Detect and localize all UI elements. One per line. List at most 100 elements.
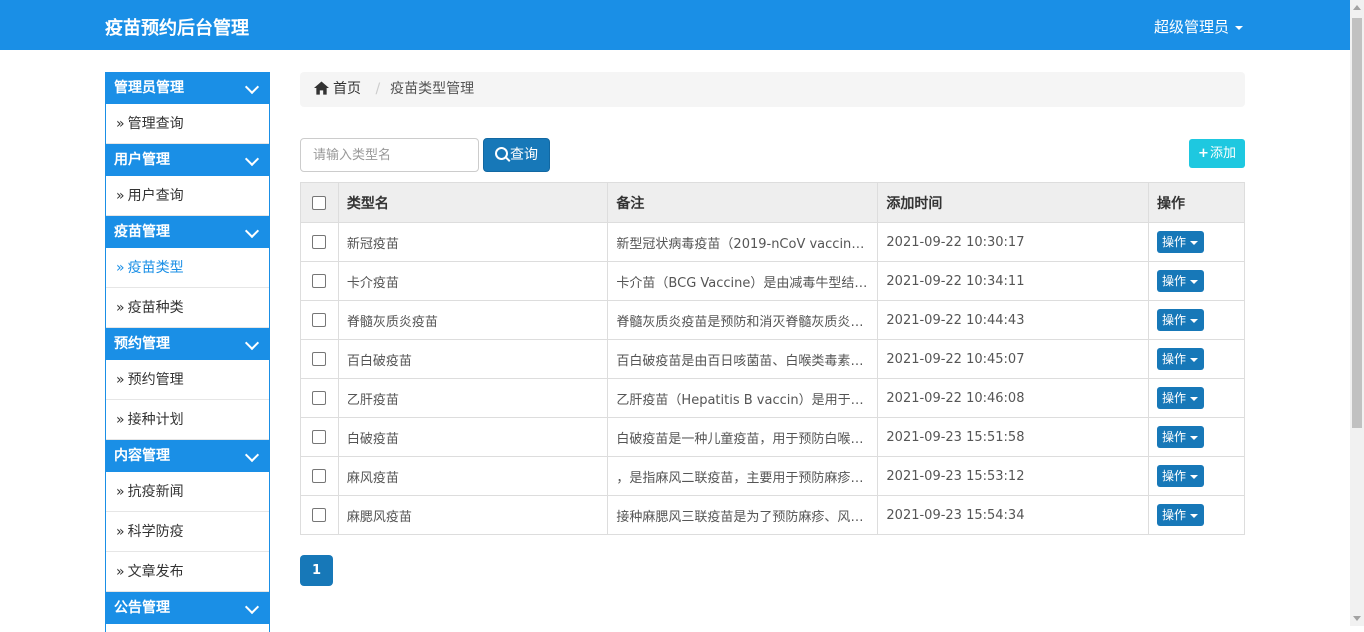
- cell-actions: 操作: [1148, 222, 1245, 262]
- sidebar-group-notice[interactable]: 公告管理: [106, 592, 269, 624]
- row-checkbox-cell: [300, 339, 339, 379]
- actions-dropdown-button[interactable]: 操作: [1157, 309, 1205, 331]
- row-checkbox-cell: [300, 222, 339, 262]
- remark-text: 脊髓灰质炎疫苗是预防和消灭脊髓灰质炎的有...: [616, 314, 869, 330]
- bullet-icon: »: [116, 372, 125, 388]
- row-checkbox[interactable]: [312, 469, 327, 483]
- cell-time: 2021-09-23 15:54:34: [877, 495, 1150, 535]
- search-button[interactable]: 查询: [483, 138, 550, 172]
- actions-dropdown-button[interactable]: 操作: [1157, 231, 1205, 253]
- chevron-down-icon: [244, 79, 260, 95]
- search-icon: [495, 147, 508, 160]
- row-checkbox[interactable]: [312, 430, 327, 444]
- sidebar-item-admin-query[interactable]: » 管理查询: [106, 104, 269, 144]
- cell-remark: 接种麻腮风三联疫苗是为了预防麻疹、风疹和...: [607, 495, 879, 535]
- cell-actions: 操作: [1148, 378, 1245, 418]
- chevron-down-icon: [244, 223, 260, 239]
- actions-label: 操作: [1162, 313, 1187, 327]
- actions-dropdown-button[interactable]: 操作: [1157, 465, 1205, 487]
- scrollbar-thumb[interactable]: [1352, 18, 1362, 428]
- bullet-icon: »: [116, 484, 125, 500]
- cell-time: 2021-09-22 10:30:17: [877, 222, 1150, 262]
- sidebar-item-label: 文章发布: [127, 564, 184, 580]
- row-checkbox[interactable]: [312, 274, 327, 288]
- actions-dropdown-button[interactable]: 操作: [1157, 387, 1205, 409]
- sidebar-group-appointment[interactable]: 预约管理: [106, 328, 269, 360]
- remark-text: 新型冠状病毒疫苗（2019-nCoV vaccine），...: [616, 236, 869, 252]
- actions-label: 操作: [1162, 469, 1187, 483]
- bullet-icon: »: [116, 300, 125, 316]
- chevron-down-icon: [244, 599, 260, 615]
- actions-dropdown-button[interactable]: 操作: [1157, 504, 1205, 526]
- breadcrumb-home-label: 首页: [333, 81, 361, 97]
- sidebar-group-label: 内容管理: [114, 448, 170, 464]
- row-checkbox-cell: [300, 495, 339, 535]
- column-header-remark: 备注: [607, 182, 879, 223]
- cell-actions: 操作: [1148, 495, 1245, 535]
- search-input[interactable]: [300, 138, 479, 172]
- sidebar-item-news[interactable]: » 抗疫新闻: [106, 472, 269, 512]
- row-checkbox[interactable]: [312, 391, 327, 405]
- row-checkbox[interactable]: [312, 352, 327, 366]
- cell-actions: 操作: [1148, 456, 1245, 496]
- cell-remark: 脊髓灰质炎疫苗是预防和消灭脊髓灰质炎的有...: [607, 300, 879, 340]
- user-name: 超级管理员: [1153, 18, 1229, 36]
- cell-actions: 操作: [1148, 300, 1245, 340]
- page-scrollbar[interactable]: [1350, 0, 1364, 626]
- actions-label: 操作: [1162, 274, 1187, 288]
- sidebar-item-appointment[interactable]: » 预约管理: [106, 360, 269, 400]
- row-checkbox[interactable]: [312, 235, 327, 249]
- actions-label: 操作: [1162, 391, 1187, 405]
- sidebar-group-content[interactable]: 内容管理: [106, 440, 269, 472]
- cell-time: 2021-09-23 15:53:12: [877, 456, 1150, 496]
- sidebar-item-label: 预约管理: [127, 372, 184, 388]
- top-navbar: 疫苗预约后台管理 超级管理员: [0, 0, 1350, 50]
- sidebar-group-label: 预约管理: [114, 336, 170, 352]
- bullet-icon: »: [116, 564, 125, 580]
- add-button-label: 添加: [1209, 146, 1236, 161]
- home-icon: [314, 81, 329, 95]
- actions-dropdown-button[interactable]: 操作: [1157, 426, 1205, 448]
- remark-text: 接种麻腮风三联疫苗是为了预防麻疹、风疹和...: [616, 509, 869, 525]
- table-row: 新冠疫苗 新型冠状病毒疫苗（2019-nCoV vaccine），... 202…: [300, 222, 1245, 262]
- caret-down-icon: [1190, 396, 1199, 401]
- row-checkbox[interactable]: [312, 313, 327, 327]
- cell-remark: ，是指麻风二联疫苗，主要用于预防麻疹和风...: [607, 456, 879, 496]
- cell-remark: 乙肝疫苗（Hepatitis B vaccin）是用于预防...: [607, 378, 879, 418]
- cell-remark: 新型冠状病毒疫苗（2019-nCoV vaccine），...: [607, 222, 879, 262]
- scroll-down-icon[interactable]: [1353, 616, 1361, 621]
- sidebar-item-vaccination-plan[interactable]: » 接种计划: [106, 400, 269, 440]
- sidebar-group-admin[interactable]: 管理员管理: [106, 72, 269, 104]
- user-menu[interactable]: 超级管理员: [1154, 16, 1243, 37]
- sidebar-item-vaccine-kind[interactable]: » 疫苗种类: [106, 288, 269, 328]
- sidebar-group-label: 疫苗管理: [114, 224, 170, 240]
- table-row: 白破疫苗 白破疫苗是一种儿童疫苗，用于预防白喉、破... 2021-09-23 …: [300, 417, 1245, 457]
- actions-dropdown-button[interactable]: 操作: [1157, 348, 1205, 370]
- sidebar-group-user[interactable]: 用户管理: [106, 144, 269, 176]
- row-checkbox-cell: [300, 261, 339, 301]
- cell-remark: 白破疫苗是一种儿童疫苗，用于预防白喉、破...: [607, 417, 879, 457]
- chevron-down-icon: [244, 151, 260, 167]
- cell-remark: 百白破疫苗是由百日咳菌苗、白喉类毒素及破...: [607, 339, 879, 379]
- cell-name: 麻腮风疫苗: [337, 495, 609, 535]
- caret-down-icon: [1190, 357, 1199, 362]
- scroll-up-icon[interactable]: [1353, 5, 1361, 10]
- breadcrumb-home[interactable]: 首页: [314, 81, 365, 97]
- header-checkbox-cell: [300, 182, 339, 223]
- app-brand[interactable]: 疫苗预约后台管理: [105, 14, 249, 40]
- sidebar-group-vaccine[interactable]: 疫苗管理: [106, 216, 269, 248]
- select-all-checkbox[interactable]: [312, 195, 327, 210]
- caret-down-icon: [1190, 474, 1199, 479]
- row-checkbox-cell: [300, 300, 339, 340]
- row-checkbox[interactable]: [312, 508, 327, 522]
- add-button[interactable]: +添加: [1189, 139, 1245, 168]
- sidebar: 管理员管理 » 管理查询 用户管理 » 用户查询 疫苗管理 » 疫苗类型 » 疫苗种类 …: [105, 72, 270, 632]
- sidebar-item-vaccine-type[interactable]: » 疫苗类型: [106, 248, 269, 288]
- sidebar-item-user-query[interactable]: » 用户查询: [106, 176, 269, 216]
- cell-time: 2021-09-22 10:45:07: [877, 339, 1150, 379]
- sidebar-item-science[interactable]: » 科学防疫: [106, 512, 269, 552]
- pagination-page-1[interactable]: 1: [300, 555, 333, 586]
- actions-dropdown-button[interactable]: 操作: [1157, 270, 1205, 292]
- bullet-icon: »: [116, 188, 125, 204]
- sidebar-item-publish[interactable]: » 文章发布: [106, 552, 269, 592]
